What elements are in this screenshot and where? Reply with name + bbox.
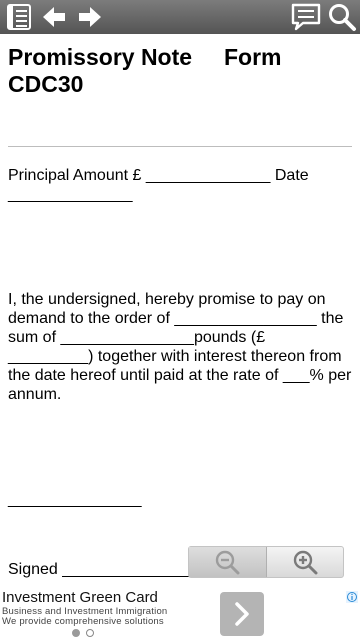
ad-description-line: We provide comprehensive solutions xyxy=(2,616,164,627)
zoom-out-icon[interactable] xyxy=(189,547,267,577)
document-list-icon[interactable] xyxy=(4,2,34,32)
page-title: Promissory Note Form CDC30 xyxy=(8,44,288,97)
zoom-in-icon[interactable] xyxy=(267,547,344,577)
comment-icon[interactable] xyxy=(290,2,322,32)
top-toolbar xyxy=(0,0,360,34)
principal-amount-line: Principal Amount £ ______________ Date _… xyxy=(8,167,309,203)
blank-line: _______________ xyxy=(8,491,142,508)
ad-pager xyxy=(72,629,94,637)
zoom-control xyxy=(188,546,344,578)
search-icon[interactable] xyxy=(326,2,358,32)
ad-info-icon[interactable] xyxy=(346,590,358,603)
ad-title[interactable]: Investment Green Card xyxy=(2,589,158,606)
signed-line: Signed _______________ xyxy=(8,561,196,578)
arrow-left-icon[interactable] xyxy=(40,2,68,32)
arrow-right-icon[interactable] xyxy=(76,2,104,32)
promise-paragraph: I, the undersigned, hereby promise to pa… xyxy=(8,291,352,403)
chevron-right-icon[interactable] xyxy=(220,592,264,636)
ad-banner[interactable]: Investment Green Card Business and Inves… xyxy=(0,589,360,640)
divider xyxy=(8,146,352,147)
pager-dot[interactable] xyxy=(72,629,80,637)
pager-dot[interactable] xyxy=(86,629,94,637)
document-content: Promissory Note Form CDC30 xyxy=(8,44,352,98)
